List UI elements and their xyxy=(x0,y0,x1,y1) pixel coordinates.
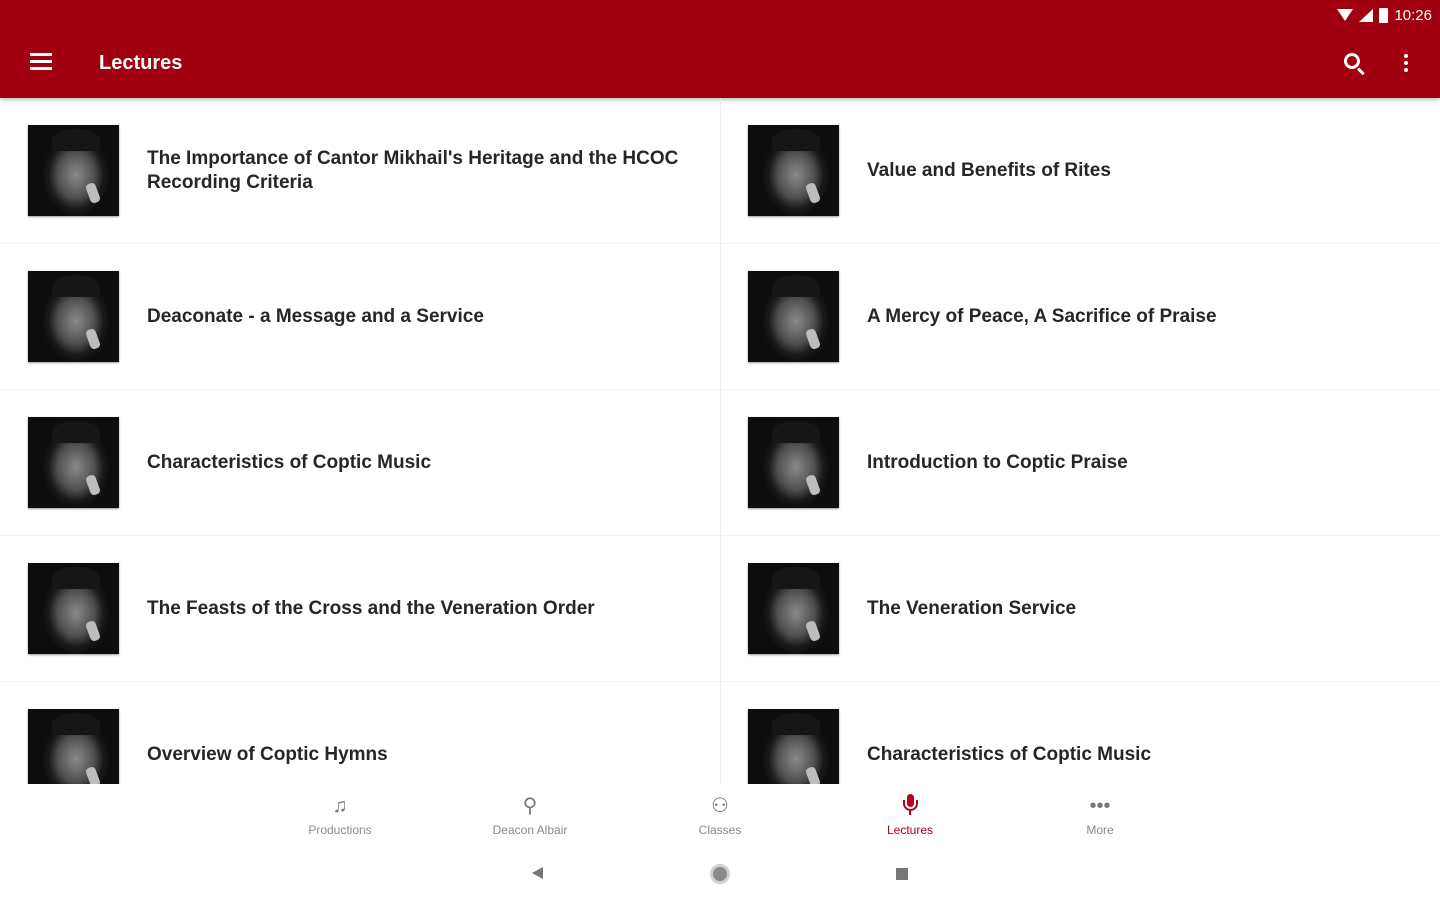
nav-label: Productions xyxy=(308,823,372,837)
lecture-title: Characteristics of Coptic Music xyxy=(147,451,432,473)
lecture-title: Introduction to Coptic Praise xyxy=(867,451,1128,473)
lecture-title: Deaconate - a Message and a Service xyxy=(147,305,484,327)
nav-label: More xyxy=(1086,823,1114,837)
nav-label: Deacon Albair xyxy=(492,823,568,837)
list-item[interactable]: Value and Benefits of Rites xyxy=(720,98,1440,244)
nav-productions[interactable]: ♫ Productions xyxy=(245,784,435,844)
lecture-thumbnail xyxy=(748,417,839,508)
person-icon: ⚲ xyxy=(522,795,538,817)
nav-lectures[interactable]: Lectures xyxy=(815,784,1005,844)
lecture-thumbnail xyxy=(28,271,119,362)
lecture-list: The Importance of Cantor Mikhail's Herit… xyxy=(0,98,1440,784)
lecture-title: A Mercy of Peace, A Sacrifice of Praise xyxy=(867,305,1217,327)
lecture-thumbnail xyxy=(748,125,839,216)
status-time: 10:26 xyxy=(1394,6,1432,24)
lecture-title: The Feasts of the Cross and the Venerati… xyxy=(147,597,595,619)
classes-icon: ⚇ xyxy=(711,795,729,817)
more-horiz-icon: ••• xyxy=(1089,795,1111,817)
list-item[interactable]: Characteristics of Coptic Music xyxy=(720,682,1440,784)
lecture-thumbnail xyxy=(28,417,119,508)
lecture-thumbnail xyxy=(28,563,119,654)
lecture-thumbnail xyxy=(748,709,839,784)
recents-icon[interactable] xyxy=(896,868,908,880)
status-bar: 10:26 xyxy=(1337,4,1432,26)
more-vert-icon[interactable] xyxy=(1402,54,1410,74)
lecture-title: The Veneration Service xyxy=(867,597,1077,619)
list-item[interactable]: Characteristics of Coptic Music xyxy=(0,390,720,536)
signal-icon xyxy=(1359,8,1374,22)
lecture-title: Value and Benefits of Rites xyxy=(867,159,1111,181)
app-screen: 10:26 Lectures The Importance of Cantor … xyxy=(0,0,1440,900)
lecture-thumbnail xyxy=(28,709,119,784)
nav-label: Lectures xyxy=(886,823,934,837)
lecture-title: Overview of Coptic Hymns xyxy=(147,743,388,765)
menu-icon[interactable] xyxy=(30,53,52,71)
top-app-bar: 10:26 Lectures xyxy=(0,0,1440,98)
page-title: Lectures xyxy=(99,52,183,74)
nav-classes[interactable]: ⚇ Classes xyxy=(625,784,815,844)
list-item[interactable]: Introduction to Coptic Praise xyxy=(720,390,1440,536)
list-item[interactable]: The Veneration Service xyxy=(720,536,1440,682)
list-item[interactable]: Deaconate - a Message and a Service xyxy=(0,244,720,390)
bottom-navigation: ♫ Productions ⚲ Deacon Albair ⚇ Classes … xyxy=(0,784,1440,844)
lecture-thumbnail xyxy=(748,563,839,654)
battery-icon xyxy=(1379,7,1389,23)
list-item[interactable]: The Importance of Cantor Mikhail's Herit… xyxy=(0,98,720,244)
lecture-thumbnail xyxy=(748,271,839,362)
nav-more[interactable]: ••• More xyxy=(1005,784,1195,844)
lecture-title: Characteristics of Coptic Music xyxy=(867,743,1152,765)
list-item[interactable]: The Feasts of the Cross and the Venerati… xyxy=(0,536,720,682)
lecture-thumbnail xyxy=(28,125,119,216)
lecture-title: The Importance of Cantor Mikhail's Herit… xyxy=(147,147,679,193)
music-note-icon: ♫ xyxy=(332,795,348,817)
mic-icon xyxy=(903,794,918,818)
wifi-icon xyxy=(1337,9,1354,21)
list-item[interactable]: Overview of Coptic Hymns xyxy=(0,682,720,784)
nav-deacon-albair[interactable]: ⚲ Deacon Albair xyxy=(435,784,625,844)
back-icon[interactable] xyxy=(532,867,543,879)
search-icon[interactable] xyxy=(1343,52,1367,76)
home-icon[interactable] xyxy=(710,864,730,884)
nav-label: Classes xyxy=(698,823,742,837)
list-item[interactable]: A Mercy of Peace, A Sacrifice of Praise xyxy=(720,244,1440,390)
